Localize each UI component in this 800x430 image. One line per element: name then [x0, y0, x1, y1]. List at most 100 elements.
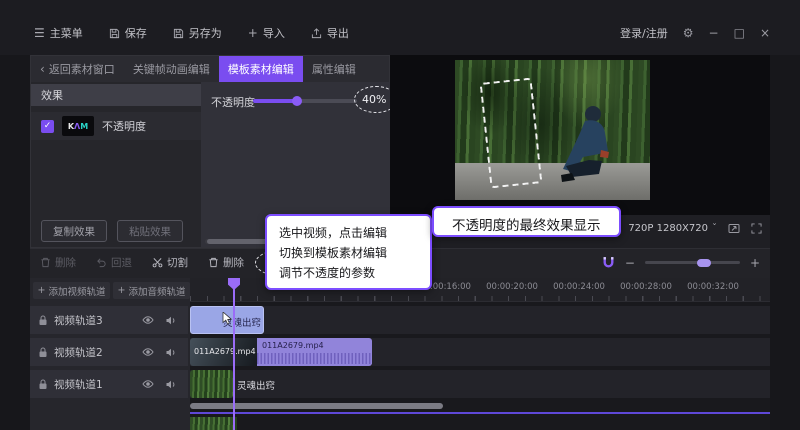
- eye-visibility-icon[interactable]: [142, 379, 154, 389]
- track-header-column: + 添加视频轨道 + 添加音频轨道 视频轨道3 视频轨道2: [30, 278, 190, 430]
- timeline-tools: 删除 回退 切割 删除 编辑: [40, 255, 300, 270]
- fullscreen-icon[interactable]: [751, 223, 762, 234]
- top-toolbar: ☰ 主菜单 保存 另存为 + 导入 导出 登录/注册 ⚙ −: [0, 0, 800, 55]
- ruler-timestamp: 00:00:32:00: [687, 282, 739, 292]
- import-button[interactable]: + 导入: [248, 25, 285, 41]
- resolution-dropdown[interactable]: 720P 1280X720 ˇ: [628, 223, 717, 234]
- eye-visibility-icon[interactable]: [142, 315, 154, 325]
- clip-track2-thumbnail[interactable]: 011A2679.mp4: [190, 338, 257, 366]
- close-button[interactable]: ×: [760, 26, 770, 40]
- timeline-zoom-controls: − +: [602, 256, 760, 269]
- timeline-scrollbar[interactable]: [190, 403, 443, 409]
- preview-area: [390, 55, 770, 215]
- opacity-region-highlight: [480, 78, 543, 189]
- effects-tabbar: ‹ 返回素材窗口 关键帧动画编辑 模板素材编辑 属性编辑: [31, 56, 389, 82]
- opacity-slider[interactable]: [253, 99, 357, 103]
- import-label: 导入: [263, 25, 285, 41]
- delete-tool[interactable]: 删除: [208, 255, 244, 270]
- speaker-mute-icon[interactable]: [165, 315, 177, 326]
- export-icon: [311, 28, 322, 39]
- add-video-track-button[interactable]: + 添加视频轨道: [33, 282, 110, 299]
- opacity-slider-handle[interactable]: [292, 96, 302, 106]
- eye-visibility-icon[interactable]: [142, 347, 154, 357]
- plus-icon: +: [38, 285, 46, 296]
- speaker-mute-icon[interactable]: [165, 379, 177, 390]
- lock-icon[interactable]: [38, 379, 48, 390]
- tab-template-material-edit[interactable]: 模板素材编辑: [219, 56, 303, 82]
- copy-effect-button[interactable]: 复制效果: [41, 220, 107, 242]
- effects-list-header: 效果: [31, 84, 201, 106]
- back-chevron-icon: ‹: [40, 63, 45, 75]
- add-video-track-label: 添加视频轨道: [48, 284, 105, 298]
- minimize-button[interactable]: −: [709, 26, 719, 40]
- clip-track2-video[interactable]: 011A2679.mp4: [257, 338, 372, 366]
- cut-tool-label: 切割: [167, 255, 188, 270]
- timeline-zoom-slider[interactable]: [645, 261, 740, 264]
- save-label: 保存: [125, 25, 147, 41]
- clip-strip-bottom[interactable]: [190, 417, 237, 430]
- delete-tool-label: 删除: [55, 255, 76, 270]
- main-menu-label: 主菜单: [50, 25, 83, 41]
- maximize-button[interactable]: □: [734, 26, 745, 40]
- clip-track1-thumbnail[interactable]: [190, 370, 233, 398]
- lock-icon[interactable]: [38, 315, 48, 326]
- add-audio-track-label: 添加音频轨道: [128, 284, 185, 298]
- magnet-snap-icon[interactable]: [602, 256, 615, 269]
- trash-icon: [208, 257, 219, 268]
- effects-list: 效果 ✓ KΛM 不透明度 复制效果 粘贴效果: [31, 82, 201, 247]
- opacity-value: 40%: [362, 93, 386, 106]
- timeline-area: 00:00:16:00 00:00:20:00 00:00:24:00 00:0…: [190, 278, 770, 430]
- ruler-timestamp: 00:00:20:00: [486, 282, 538, 292]
- plus-icon: +: [248, 27, 258, 39]
- trash-icon: [40, 257, 51, 268]
- track-header-video3[interactable]: 视频轨道3: [30, 306, 188, 334]
- opacity-slider-fill: [253, 99, 297, 103]
- track-label: 视频轨道3: [54, 313, 103, 328]
- edit-tip-line1: 选中视频，点击编辑: [279, 223, 418, 243]
- playhead[interactable]: [233, 278, 235, 430]
- track-label: 视频轨道1: [54, 377, 103, 392]
- mouse-cursor-icon: [222, 312, 233, 325]
- effect-thumbnail: KΛM: [62, 116, 94, 136]
- effect-item-label: 不透明度: [102, 118, 146, 134]
- speaker-mute-icon[interactable]: [165, 347, 177, 358]
- save-as-icon: [173, 28, 184, 39]
- scissors-icon: [152, 257, 163, 268]
- cut-tool[interactable]: 切割: [152, 255, 188, 270]
- preview-person-figure: [533, 98, 637, 198]
- tab-keyframe-animation[interactable]: 关键帧动画编辑: [124, 56, 219, 82]
- track-lane-1: [190, 370, 770, 398]
- tab-back-label: 返回素材窗口: [49, 61, 115, 77]
- plus-icon: +: [118, 285, 126, 296]
- save-as-label: 另存为: [189, 25, 222, 41]
- delete-tool-disabled[interactable]: 删除: [40, 255, 76, 270]
- add-audio-track-button[interactable]: + 添加音频轨道: [113, 282, 190, 299]
- track-header-video1[interactable]: 视频轨道1: [30, 370, 188, 398]
- snapshot-icon[interactable]: [728, 223, 740, 234]
- settings-gear-icon[interactable]: ⚙: [683, 26, 694, 40]
- main-menu-button[interactable]: ☰ 主菜单: [34, 25, 83, 41]
- export-button[interactable]: 导出: [311, 25, 349, 41]
- thumb-letter-m: M: [80, 122, 88, 131]
- effect-item-opacity[interactable]: ✓ KΛM 不透明度: [31, 112, 201, 140]
- ruler-timestamp: 00:00:28:00: [620, 282, 672, 292]
- top-toolbar-left: ☰ 主菜单 保存 另存为 + 导入 导出: [34, 25, 349, 41]
- lock-icon[interactable]: [38, 347, 48, 358]
- track-lane-3: [190, 306, 770, 334]
- opacity-label: 不透明度: [211, 94, 255, 110]
- zoom-out-icon[interactable]: −: [625, 257, 635, 269]
- save-as-button[interactable]: 另存为: [173, 25, 222, 41]
- save-button[interactable]: 保存: [109, 25, 147, 41]
- timeline-zoom-handle[interactable]: [697, 259, 711, 267]
- paste-effect-button[interactable]: 粘贴效果: [117, 220, 183, 242]
- zoom-in-icon[interactable]: +: [750, 257, 760, 269]
- tab-property-edit[interactable]: 属性编辑: [303, 56, 365, 82]
- effects-buttons: 复制效果 粘贴效果: [31, 220, 201, 242]
- effect-checkbox[interactable]: ✓: [41, 120, 54, 133]
- chevron-down-icon: ˇ: [712, 224, 717, 234]
- undo-tool[interactable]: 回退: [96, 255, 132, 270]
- track-header-video2[interactable]: 视频轨道2: [30, 338, 188, 366]
- tab-back-to-material[interactable]: ‹ 返回素材窗口: [31, 56, 124, 82]
- login-button[interactable]: 登录/注册: [620, 25, 668, 41]
- audio-track-divider: [190, 412, 770, 414]
